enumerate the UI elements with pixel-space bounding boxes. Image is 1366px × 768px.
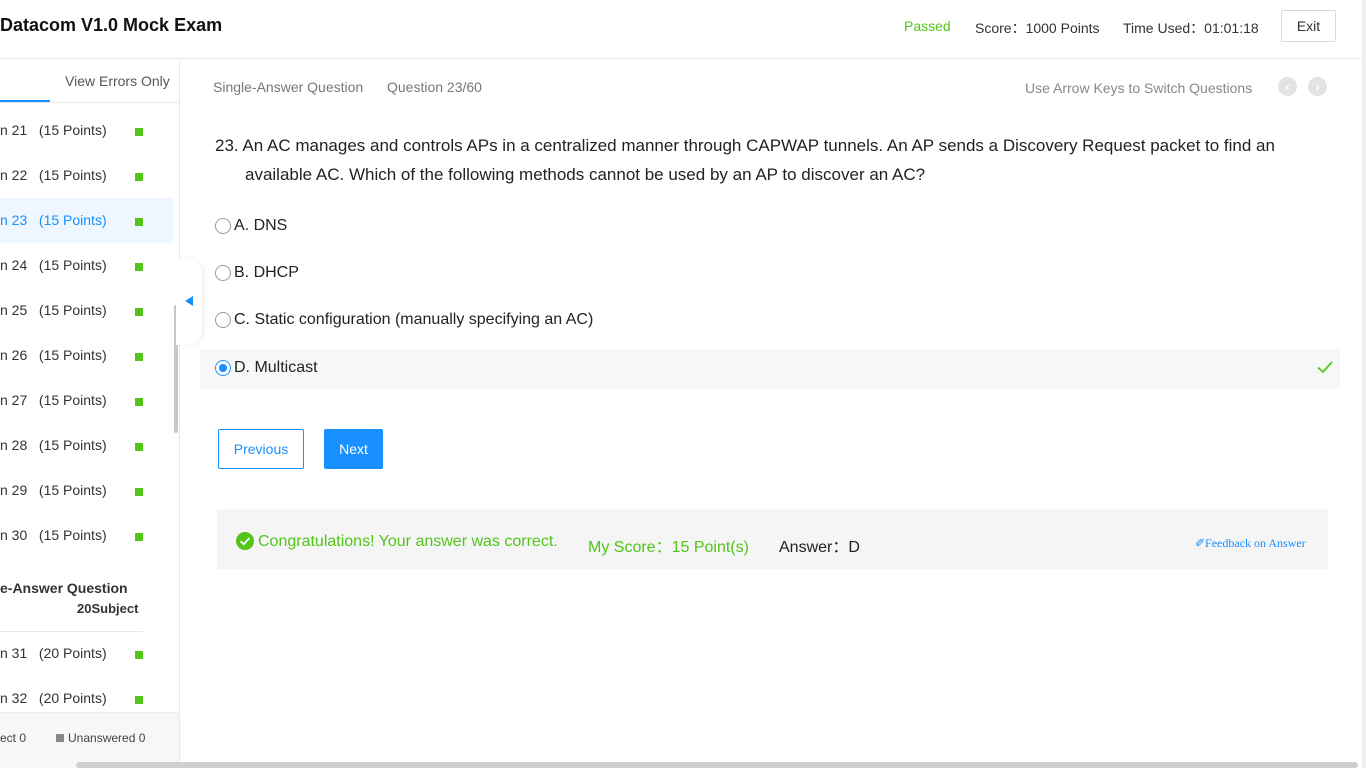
question-list-item[interactable]: n 25 (15 Points) <box>0 288 173 333</box>
question-list-item[interactable]: n 29 (15 Points) <box>0 468 173 513</box>
question-item-label: n 29 (15 Points) <box>0 482 107 498</box>
result-message: Congratulations! Your answer was correct… <box>258 533 558 550</box>
answered-status-dot <box>135 218 143 226</box>
question-list-item[interactable]: n 21 (15 Points) <box>0 108 173 153</box>
question-sidebar: View Errors Only n 21 (15 Points) n 22 (… <box>0 60 180 768</box>
question-item-label: n 24 (15 Points) <box>0 257 107 273</box>
collapse-arrow-icon[interactable] <box>185 296 193 306</box>
legend-unanswered-label: Unanswered 0 <box>68 731 146 745</box>
previous-button[interactable]: Previous <box>218 429 304 469</box>
next-question-icon[interactable]: › <box>1308 77 1327 96</box>
option-a[interactable]: A. DNS <box>200 206 1340 246</box>
question-list-item[interactable]: n 22 (15 Points) <box>0 153 173 198</box>
check-circle-icon <box>236 532 254 550</box>
section-title: e-Answer Question <box>0 580 128 596</box>
radio-button[interactable] <box>215 218 231 234</box>
option-d[interactable]: D. Multicast <box>200 349 1340 389</box>
question-item-label: n 28 (15 Points) <box>0 437 107 453</box>
section-count: 20Subject <box>77 601 139 616</box>
answered-status-dot <box>135 398 143 406</box>
time-used: Time Used：01:01:18 <box>1123 20 1259 36</box>
option-b[interactable]: B. DHCP <box>200 253 1340 293</box>
option-label: C. Static configuration (manually specif… <box>234 311 594 328</box>
exam-title: Datacom V1.0 Mock Exam <box>0 15 223 35</box>
active-tab-indicator[interactable] <box>0 100 50 102</box>
header-bar: Datacom V1.0 Mock Exam Passed Score：1000… <box>0 0 1366 59</box>
total-score: Score：1000 Points <box>975 20 1100 36</box>
answered-status-dot <box>135 443 143 451</box>
question-list-item-current[interactable]: n 23 (15 Points) <box>0 198 173 243</box>
legend-correct: ect 0 <box>0 731 27 745</box>
question-text: 23. An AC manages and controls APs in a … <box>215 131 1335 189</box>
question-item-label: n 27 (15 Points) <box>0 392 107 408</box>
option-c[interactable]: C. Static configuration (manually specif… <box>200 300 1340 340</box>
radio-button[interactable] <box>215 312 231 328</box>
unanswered-square-icon <box>56 734 64 742</box>
option-label: A. DNS <box>234 217 288 234</box>
answered-status-dot <box>135 128 143 136</box>
answered-status-dot <box>135 696 143 704</box>
answered-status-dot <box>135 353 143 361</box>
option-label: D. Multicast <box>234 359 318 376</box>
answered-status-dot <box>135 651 143 659</box>
sidebar-tabbar: View Errors Only <box>0 60 179 103</box>
correct-answer: Answer：D <box>779 539 860 556</box>
question-item-label: n 22 (15 Points) <box>0 167 107 183</box>
radio-button-checked[interactable] <box>215 360 231 376</box>
next-button[interactable]: Next <box>324 429 383 469</box>
question-list-item[interactable]: n 28 (15 Points) <box>0 423 173 468</box>
question-item-label: n 26 (15 Points) <box>0 347 107 363</box>
question-item-label: n 30 (15 Points) <box>0 527 107 543</box>
exit-button[interactable]: Exit <box>1281 10 1336 42</box>
page-vertical-scrollbar[interactable] <box>1362 0 1366 768</box>
question-item-label: n 23 (15 Points) <box>0 212 107 228</box>
feedback-link[interactable]: ✐Feedback on Answer <box>1195 536 1306 551</box>
option-label: B. DHCP <box>234 264 299 281</box>
question-item-label: n 21 (15 Points) <box>0 122 107 138</box>
question-type: Single-Answer Question <box>213 79 364 95</box>
sidebar-legend-footer: ect 0 Unanswered 0 <box>0 712 179 768</box>
result-panel: Congratulations! Your answer was correct… <box>217 509 1328 569</box>
question-list-item[interactable]: n 27 (15 Points) <box>0 378 173 423</box>
pass-status: Passed <box>904 18 951 34</box>
question-list-item[interactable]: n 30 (15 Points) <box>0 513 173 558</box>
answered-status-dot <box>135 308 143 316</box>
question-list-item[interactable]: n 24 (15 Points) <box>0 243 173 288</box>
prev-question-icon[interactable]: ‹ <box>1278 77 1297 96</box>
arrow-keys-hint: Use Arrow Keys to Switch Questions <box>1025 80 1253 96</box>
question-text-body: 23. An AC manages and controls APs in a … <box>215 136 1275 184</box>
answered-status-dot <box>135 488 143 496</box>
question-item-label: n 31 (20 Points) <box>0 645 107 661</box>
answered-status-dot <box>135 263 143 271</box>
correct-check-icon <box>1317 361 1333 374</box>
legend-unanswered: Unanswered 0 <box>56 731 145 745</box>
question-item-label: n 25 (15 Points) <box>0 302 107 318</box>
radio-button[interactable] <box>215 265 231 281</box>
question-list-item[interactable]: n 31 (20 Points) <box>0 631 173 676</box>
view-errors-only-tab[interactable]: View Errors Only <box>65 73 170 89</box>
page-horizontal-scrollbar[interactable] <box>76 762 1358 768</box>
question-number: Question 23/60 <box>387 79 482 95</box>
answered-status-dot <box>135 533 143 541</box>
my-score: My Score：15 Point(s) <box>588 539 749 556</box>
answered-status-dot <box>135 173 143 181</box>
question-list-item[interactable]: n 26 (15 Points) <box>0 333 173 378</box>
question-item-label: n 32 (20 Points) <box>0 690 107 706</box>
